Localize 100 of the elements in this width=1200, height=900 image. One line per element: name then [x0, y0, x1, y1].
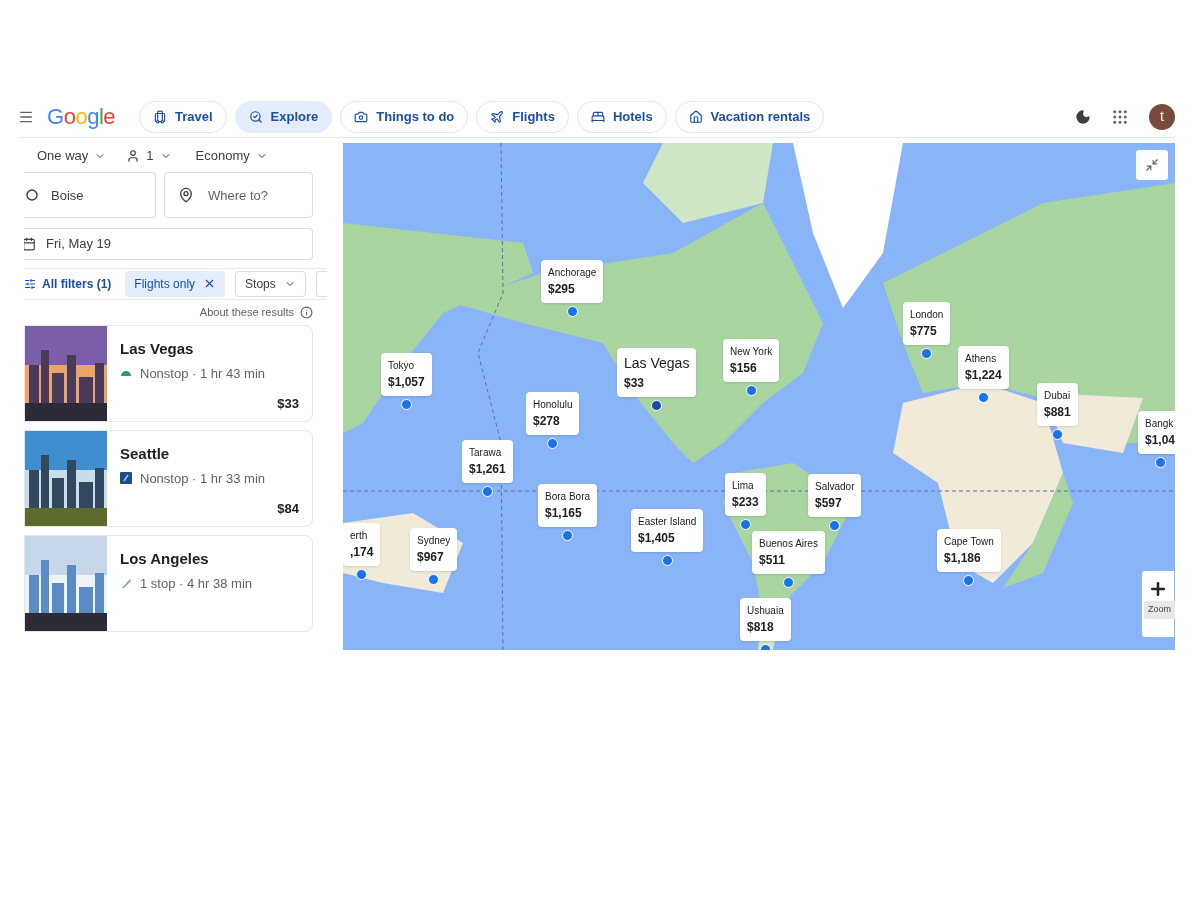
city-label: Tarawa	[469, 446, 503, 460]
slash-icon	[120, 577, 132, 590]
tab-icon	[490, 109, 505, 124]
google-logo[interactable]: Google	[47, 100, 139, 133]
destination-field[interactable]: Where to?	[164, 172, 313, 219]
cabin-dropdown[interactable]: Economy	[195, 146, 268, 166]
airport-pin-icon[interactable]	[745, 385, 757, 396]
city-label: Las Vegas	[624, 354, 690, 373]
price-marker[interactable]: Bangk $1,04	[1138, 411, 1175, 454]
info-icon[interactable]	[300, 305, 313, 319]
price-label: $1,057	[388, 374, 425, 391]
price-marker[interactable]: New York $156	[723, 339, 780, 382]
nav-tab[interactable]: Vacation rentals	[674, 100, 825, 133]
city-label: erth	[350, 529, 369, 543]
price-marker[interactable]: Salvador $597	[808, 474, 862, 517]
price-marker[interactable]: Lima $233	[725, 473, 766, 516]
avatar[interactable]: t	[1149, 103, 1175, 130]
price-marker[interactable]: Tokyo $1,057	[381, 353, 432, 396]
city-label: Dubai	[1044, 389, 1071, 403]
airport-pin-icon[interactable]	[566, 306, 578, 317]
results-note: About these results	[199, 305, 294, 321]
result-card[interactable]: Seattle Nonstop · 1 hr 33 min $84	[24, 430, 313, 527]
city-label: Cape Town	[944, 535, 994, 549]
location-pin-icon	[178, 187, 194, 204]
nav-tab[interactable]: Flights	[476, 100, 569, 133]
price-label: $1,165	[545, 505, 583, 522]
date-value: Fri, May 19	[46, 235, 111, 254]
date-field[interactable]: Fri, May 19	[24, 228, 313, 260]
tab-icon	[688, 109, 703, 124]
origin-field[interactable]: Boise	[24, 172, 156, 219]
flight-details: 1 stop · 4 hr 38 min	[140, 574, 252, 593]
price-label: $818	[747, 619, 775, 636]
nav-tab[interactable]: Travel	[139, 100, 227, 133]
stops-dropdown[interactable]: Stops	[235, 270, 306, 297]
tab-icon	[248, 109, 263, 124]
result-card[interactable]: Las Vegas Nonstop · 1 hr 43 min $33	[24, 325, 313, 422]
city-label: London	[910, 308, 944, 322]
price-marker[interactable]: Tarawa $1,261	[462, 440, 513, 483]
price-marker[interactable]: Dubai $881	[1037, 383, 1078, 426]
dark-mode-icon[interactable]	[1075, 108, 1091, 125]
tab-icon	[590, 109, 605, 124]
price-label: $1,186	[944, 550, 982, 567]
airport-pin-icon[interactable]	[977, 392, 989, 403]
airport-pin-icon[interactable]	[651, 400, 663, 411]
price-marker[interactable]: Cape Town $1,186	[937, 529, 1001, 572]
airport-pin-icon[interactable]	[481, 486, 493, 497]
price-label: $1,04	[1145, 432, 1175, 449]
airport-pin-icon[interactable]	[547, 438, 559, 449]
price-label: $597	[815, 495, 843, 512]
price-marker[interactable]: Athens $1,224	[958, 346, 1009, 389]
airport-pin-icon[interactable]	[963, 575, 975, 586]
city-label: Sydney	[417, 534, 451, 548]
price-marker[interactable]: Easter Island $1,405	[631, 509, 704, 552]
airport-pin-icon[interactable]	[356, 569, 368, 580]
nav-tab[interactable]: Things to do	[340, 100, 469, 133]
city-label: Bora Bora	[545, 490, 591, 504]
price-marker[interactable]: Honolulu $278	[526, 392, 580, 435]
price-marker[interactable]: Buenos Aires $511	[752, 531, 825, 574]
airport-pin-icon[interactable]	[428, 574, 440, 585]
city-label: Athens	[965, 352, 998, 366]
destination-name: Las Vegas	[120, 339, 195, 359]
origin-value: Boise	[51, 186, 84, 205]
all-filters-button[interactable]: All filters (1)	[24, 274, 116, 293]
airport-pin-icon[interactable]	[1154, 457, 1166, 468]
price-marker[interactable]: Sydney $967	[410, 528, 458, 571]
calendar-icon	[24, 236, 36, 251]
collapse-button[interactable]	[1136, 150, 1168, 180]
filter-chip[interactable]: Flights only	[125, 270, 226, 297]
nav-tab[interactable]: Explore	[234, 100, 333, 133]
price-marker[interactable]: Anchorage $295	[541, 260, 604, 303]
airport-pin-icon[interactable]	[829, 520, 841, 531]
filters-icon	[24, 277, 36, 290]
airport-pin-icon[interactable]	[1051, 429, 1063, 440]
price-marker[interactable]: London $775	[903, 302, 951, 345]
airport-pin-icon[interactable]	[921, 348, 933, 359]
price-marker[interactable]: Bora Bora $1,165	[538, 484, 598, 527]
passengers-dropdown[interactable]: 1	[126, 146, 172, 166]
plus-icon	[1148, 579, 1168, 599]
price-marker[interactable]: Las Vegas $33	[617, 348, 697, 397]
person-icon	[126, 149, 141, 164]
price-marker[interactable]: Ushuaia $818	[740, 598, 791, 641]
price-label: $33	[277, 394, 299, 413]
price-label: $156	[730, 360, 758, 377]
square-icon	[120, 472, 132, 485]
apps-icon[interactable]	[1111, 107, 1129, 126]
result-card[interactable]: Los Angeles 1 stop · 4 hr 38 min	[24, 535, 313, 632]
city-label: Lima	[732, 479, 755, 493]
airport-pin-icon[interactable]	[400, 399, 412, 410]
airport-pin-icon[interactable]	[661, 555, 673, 566]
price-label: $1,224	[965, 367, 1002, 384]
price-marker[interactable]: erth ,174	[343, 523, 381, 566]
tab-icon	[153, 109, 167, 124]
price-label: $511	[759, 552, 787, 569]
airport-pin-icon[interactable]	[562, 530, 573, 541]
price-label: ,174	[350, 544, 374, 561]
nav-tab[interactable]: Hotels	[576, 100, 667, 133]
city-label: Tokyo	[388, 359, 416, 373]
trip-type-dropdown[interactable]: One way	[37, 146, 107, 166]
airport-pin-icon[interactable]	[739, 519, 751, 530]
airport-pin-icon[interactable]	[782, 577, 794, 588]
